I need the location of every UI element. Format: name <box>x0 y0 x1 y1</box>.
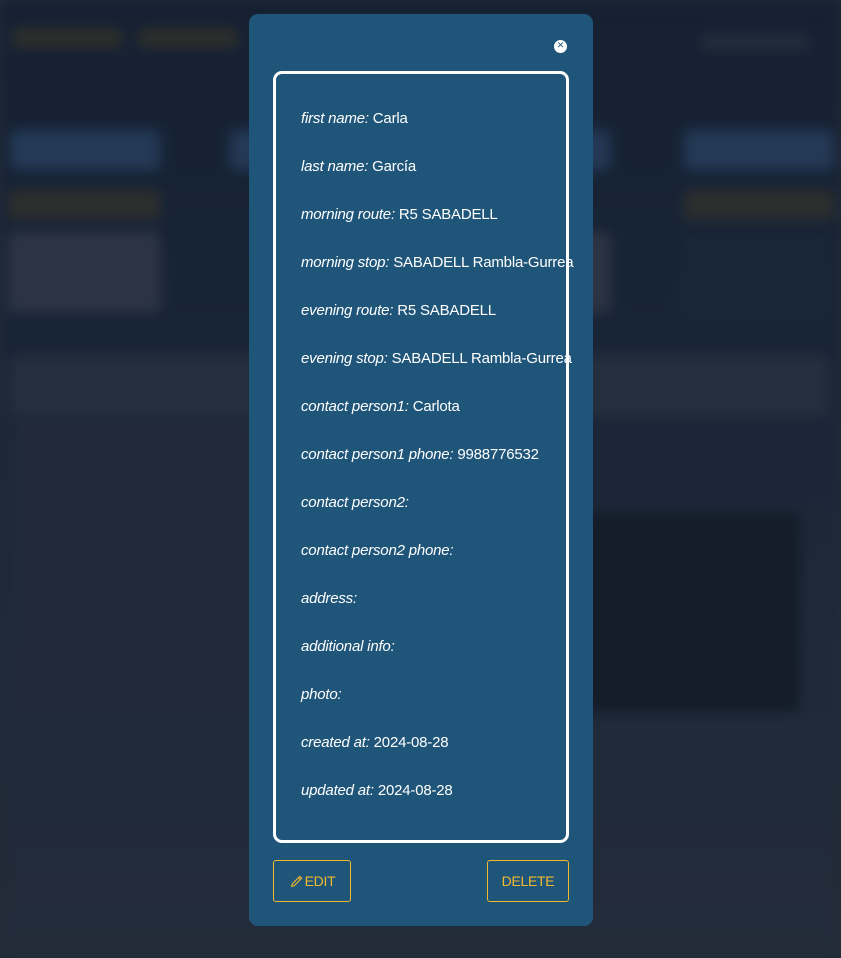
detail-row: updated at: 2024-08-28 <box>301 782 566 830</box>
detail-row: evening route: R5 SABADELL <box>301 302 566 350</box>
detail-label: contact person1: <box>301 398 409 415</box>
detail-label: photo: <box>301 686 342 703</box>
detail-label: contact person2 phone: <box>301 542 454 559</box>
edit-button-label: EDIT <box>304 873 336 889</box>
delete-button[interactable]: DELETE <box>487 860 569 902</box>
detail-row: morning stop: SABADELL Rambla-Gurrea <box>301 254 574 302</box>
close-icon[interactable]: ✕ <box>554 40 567 53</box>
detail-row: additional info: <box>301 638 566 686</box>
detail-value: Carla <box>372 110 408 127</box>
delete-button-label: DELETE <box>501 873 555 889</box>
detail-label: last name: <box>301 158 369 175</box>
student-details-modal: ✕ first name: Carla last name: García morn… <box>249 14 593 926</box>
edit-button[interactable]: EDIT <box>273 860 351 902</box>
detail-row: contact person2 phone: <box>301 542 566 590</box>
detail-row: last name: García <box>301 158 566 206</box>
detail-row: contact person1: Carlota <box>301 398 566 446</box>
detail-value: SABADELL Rambla-Gurrea <box>391 350 572 367</box>
detail-row: morning route: R5 SABADELL <box>301 206 566 254</box>
detail-row: address: <box>301 590 566 638</box>
detail-label: morning stop: <box>301 254 390 271</box>
detail-label: evening route: <box>301 302 394 319</box>
detail-label: evening stop: <box>301 350 388 367</box>
detail-row: first name: Carla <box>301 110 566 158</box>
detail-row: evening stop: SABADELL Rambla-Gurrea <box>301 350 572 398</box>
detail-value: 2024-08-28 <box>377 782 453 799</box>
detail-label: morning route: <box>301 206 395 223</box>
detail-row: photo: <box>301 686 566 734</box>
detail-label: contact person2: <box>301 494 409 511</box>
detail-label: updated at: <box>301 782 374 799</box>
detail-label: additional info: <box>301 638 395 655</box>
detail-value: 2024-08-28 <box>373 734 449 751</box>
pencil-icon <box>290 875 302 887</box>
detail-row: created at: 2024-08-28 <box>301 734 566 782</box>
detail-label: first name: <box>301 110 369 127</box>
detail-value: 9988776532 <box>457 446 539 463</box>
detail-row: contact person1 phone: 9988776532 <box>301 446 566 494</box>
detail-value: Carlota <box>412 398 460 415</box>
detail-row: contact person2: <box>301 494 566 542</box>
detail-label: address: <box>301 590 357 607</box>
detail-value: García <box>372 158 416 175</box>
detail-value: R5 SABADELL <box>397 302 496 319</box>
detail-label: created at: <box>301 734 370 751</box>
detail-label: contact person1 phone: <box>301 446 454 463</box>
details-card: first name: Carla last name: García mornin… <box>273 71 574 843</box>
detail-value: R5 SABADELL <box>398 206 498 223</box>
detail-value: SABADELL Rambla-Gurrea <box>393 254 574 271</box>
